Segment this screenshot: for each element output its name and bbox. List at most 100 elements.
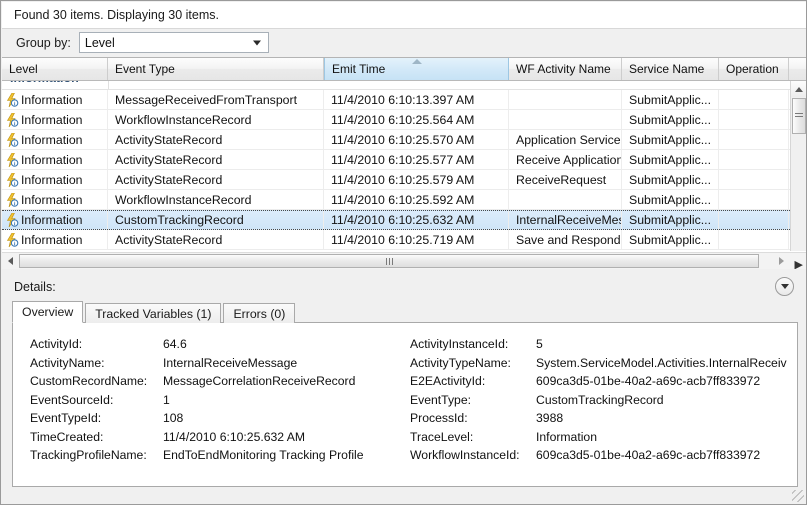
detail-field-value: 1 [163,392,170,407]
table-row[interactable]: Information ActivityStateRecord 11/4/2010 … [2,130,806,150]
cell-level: Information [2,170,108,189]
detail-field-value: CustomTrackingRecord [536,392,664,407]
tab-overview[interactable]: Overview [12,301,84,323]
cell-operation [719,230,789,249]
vertical-scroll-thumb[interactable] [792,98,806,134]
cell-text: 11/4/2010 6:10:25.579 AM [331,172,475,187]
detail-field: TrackingProfileName: EndToEndMonitoring T… [30,446,410,465]
cell-text: ActivityStateRecord [115,172,223,187]
column-header-label: Emit Time [332,62,386,76]
cell-text: Receive Application [516,152,622,167]
group-header-row[interactable]: Information [2,81,806,90]
table-row[interactable]: Information ActivityStateRecord 11/4/2010 … [2,230,806,250]
column-header-event-type[interactable]: Event Type [108,58,324,80]
column-header-emit-time[interactable]: Emit Time [324,58,509,80]
detail-field-key: CustomRecordName: [30,374,148,389]
cell-text: Information [21,232,83,247]
cell-wf-activity-name: Receive Application [509,150,622,169]
cell-text: 11/4/2010 6:10:25.592 AM [331,192,475,207]
cell-text: InternalReceiveMes... [516,213,621,227]
group-by-dropdown[interactable]: Level [78,32,269,53]
cell-emit-time: 11/4/2010 6:10:25.577 AM [324,150,509,169]
cell-operation [719,170,789,189]
cell-service-name: SubmitApplic... [622,170,719,189]
cell-text: 11/4/2010 6:10:25.570 AM [331,132,475,147]
details-right-column: ActivityInstanceId: 5 ActivityTypeName: Sys… [410,335,797,465]
detail-field: EventSourceId: 1 [30,391,410,410]
information-level-icon [6,92,19,107]
cell-text: SubmitApplic... [629,213,712,227]
grip-icon [385,257,393,265]
scroll-up-button[interactable] [791,81,806,97]
cell-emit-time: 11/4/2010 6:10:25.719 AM [324,230,509,249]
cell-text: ReceiveRequest [516,172,607,187]
cell-service-name: SubmitApplic... [622,230,719,249]
cell-wf-activity-name [509,190,622,209]
chevron-down-icon [252,40,261,45]
detail-field: ProcessId: 3988 [410,409,797,428]
cell-operation [719,211,789,229]
tab-tracked-variables-1[interactable]: Tracked Variables (1) [85,303,222,323]
detail-field-value: MessageCorrelationReceiveRecord [163,374,356,389]
detail-field-value: 609ca3d5-01be-40a2-a69c-acb7ff833972 [536,374,761,389]
tab-errors-0[interactable]: Errors (0) [223,303,296,323]
detail-field-value: 3988 [536,411,564,426]
detail-field-value: 64.6 [163,337,187,352]
detail-field: ActivityTypeName: System.ServiceModel.Act… [410,354,797,373]
cell-operation [719,150,789,169]
detail-field-key: EventSourceId: [30,392,114,407]
table-row[interactable]: Information MessageReceivedFromTransport 1… [2,90,806,110]
cell-text: CustomTrackingRecord [115,213,244,227]
tab-label: Overview [22,305,74,319]
cell-emit-time: 11/4/2010 6:10:13.397 AM [324,90,509,109]
table-row[interactable]: Information ActivityStateRecord 11/4/2010 … [2,150,806,170]
detail-field-key: ActivityId: [30,337,83,352]
detail-field-key: ProcessId: [410,411,468,426]
cell-text: Application Service [516,132,621,147]
cell-event-type: ActivityStateRecord [108,170,324,189]
group-header-label: Information [10,81,79,85]
window-resize-grip[interactable] [792,490,804,502]
column-header-wf-activity-name[interactable]: WF Activity Name [509,58,622,80]
cell-operation [719,130,789,149]
cell-text: 11/4/2010 6:10:13.397 AM [331,92,475,107]
detail-field-value: InternalReceiveMessage [163,355,298,370]
table-row[interactable]: Information CustomTrackingRecord 11/4/2010… [2,210,806,230]
detail-field: WorkflowInstanceId: 609ca3d5-01be-40a2-a6… [410,446,797,465]
table-row[interactable]: Information WorkflowInstanceRecord 11/4/20… [2,190,806,210]
detail-field-value: 11/4/2010 6:10:25.632 AM [163,429,306,444]
detail-field-key: ActivityTypeName: [410,355,511,370]
column-header-label: Event Type [115,62,175,76]
column-header-level[interactable]: Level [2,58,108,80]
scroll-right-button[interactable] [773,253,789,269]
horizontal-scroll-thumb[interactable] [19,254,759,268]
scroll-left-button[interactable] [2,253,18,269]
cell-service-name: SubmitApplic... [622,130,719,149]
detail-field-value: 5 [536,337,543,352]
cell-text: Information [21,132,83,147]
detail-field-key: WorkflowInstanceId: [410,448,520,463]
cell-emit-time: 11/4/2010 6:10:25.632 AM [324,211,509,229]
collapse-details-button[interactable] [775,277,794,296]
table-row[interactable]: Information ActivityStateRecord 11/4/2010 … [2,170,806,190]
column-header-service-name[interactable]: Service Name [622,58,719,80]
group-row-separator [108,81,109,89]
cell-level: Information [2,110,108,129]
cell-text: 11/4/2010 6:10:25.577 AM [331,152,475,167]
cell-event-type: CustomTrackingRecord [108,211,324,229]
column-header-operation[interactable]: Operation [719,58,789,80]
cell-text: Information [21,92,83,107]
grid-vertical-scrollbar[interactable] [790,81,806,251]
group-by-label: Group by: [16,35,71,50]
grid-horizontal-scrollbar[interactable]: ▶ [2,252,806,269]
detail-field-key: E2EActivityId: [410,374,486,389]
triangle-up-icon [794,86,803,92]
cell-level: Information [2,190,108,209]
cell-event-type: WorkflowInstanceRecord [108,110,324,129]
details-tabstrip: Overview Tracked Variables (1) Errors (0) [12,301,798,323]
cell-text: 11/4/2010 6:10:25.719 AM [331,232,475,247]
detail-field-key: EventTypeId: [30,411,102,426]
table-row[interactable]: Information WorkflowInstanceRecord 11/4/20… [2,110,806,130]
cell-level: Information [2,130,108,149]
cell-text: SubmitApplic... [629,232,712,247]
